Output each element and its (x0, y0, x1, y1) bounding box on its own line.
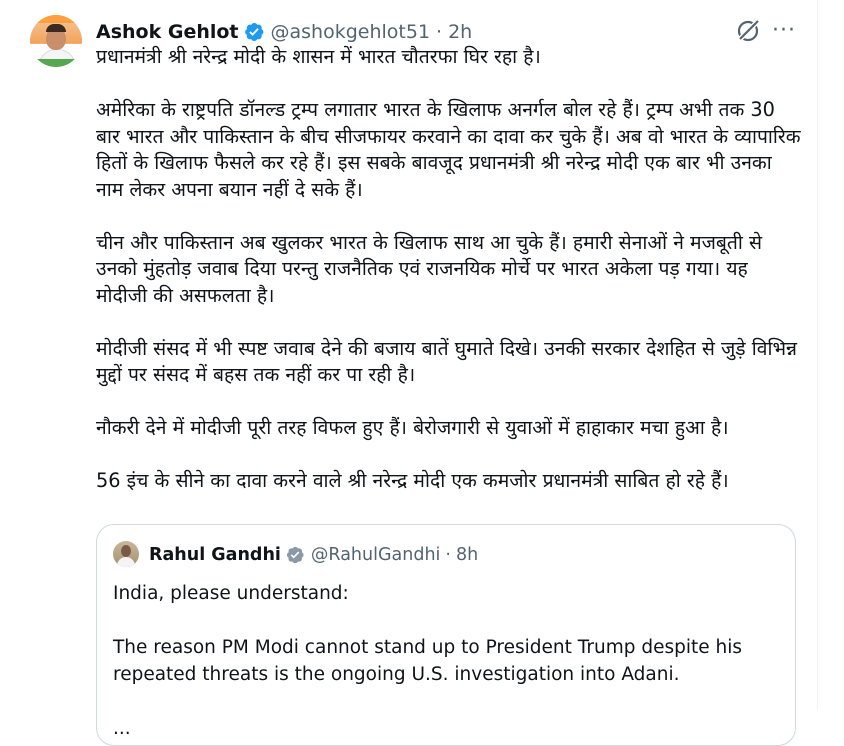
separator-dot: · (436, 21, 443, 43)
author-name[interactable]: Ashok Gehlot (96, 21, 239, 43)
more-options-icon[interactable]: ··· (772, 20, 796, 42)
verified-badge-icon[interactable] (243, 21, 265, 43)
avatar-backdrop-saffron (30, 15, 82, 23)
author-avatar[interactable] (30, 15, 82, 67)
avatar-backdrop-green (30, 59, 82, 67)
tweet-paragraph: नौकरी देने में मोदीजी पूरी तरह विफल हुए … (96, 416, 729, 439)
quoted-timestamp[interactable]: 8h (456, 545, 478, 565)
quoted-tweet-body: India, please understand: The reason PM … (113, 580, 773, 745)
tweet-paragraph: प्रधानमंत्री श्री नरेन्द्र मोदी के शासन … (96, 45, 541, 68)
grok-icon[interactable] (735, 18, 761, 44)
avatar-hair (46, 24, 66, 32)
tweet-paragraph: चीन और पाकिस्तान अब खुलकर भारत के खिलाफ … (96, 230, 763, 307)
quoted-paragraph: ... (113, 718, 131, 739)
author-handle[interactable]: @ashokgehlot51 (271, 21, 431, 43)
quoted-avatar-head (121, 545, 131, 557)
tweet[interactable]: Ashok Gehlot @ashokgehlot51 · 2h ··· प्र… (0, 0, 817, 746)
separator-dot: · (445, 545, 451, 565)
column-border (817, 0, 818, 711)
quoted-paragraph: The reason PM Modi cannot stand up to Pr… (113, 637, 742, 685)
tweet-body: प्रधानमंत्री श्री नरेन्द्र मोदी के शासन … (96, 44, 801, 521)
quoted-avatar-body (117, 557, 135, 567)
tweet-timestamp[interactable]: 2h (448, 21, 472, 43)
verified-badge-icon[interactable] (285, 545, 305, 565)
tweet-header: Ashok Gehlot @ashokgehlot51 · 2h (96, 19, 472, 45)
quoted-author-handle[interactable]: @RahulGandhi (311, 545, 440, 565)
quoted-author-name[interactable]: Rahul Gandhi (149, 545, 281, 565)
tweet-paragraph: 56 इंच के सीने का दावा करने वाले श्री नर… (96, 469, 729, 492)
tweet-paragraph: अमेरिका के राष्ट्रपति डॉनल्ड ट्रम्प लगात… (96, 98, 801, 201)
quoted-author-avatar[interactable] (113, 541, 139, 567)
tweet-paragraph: मोदीजी संसद में भी स्पष्ट जवाब देने की ब… (96, 336, 797, 387)
quoted-paragraph: India, please understand: (113, 583, 349, 604)
quoted-tweet-card[interactable]: Rahul Gandhi @RahulGandhi · 8h India, pl… (96, 524, 796, 746)
quoted-tweet-header: Rahul Gandhi @RahulGandhi · 8h (149, 542, 478, 568)
